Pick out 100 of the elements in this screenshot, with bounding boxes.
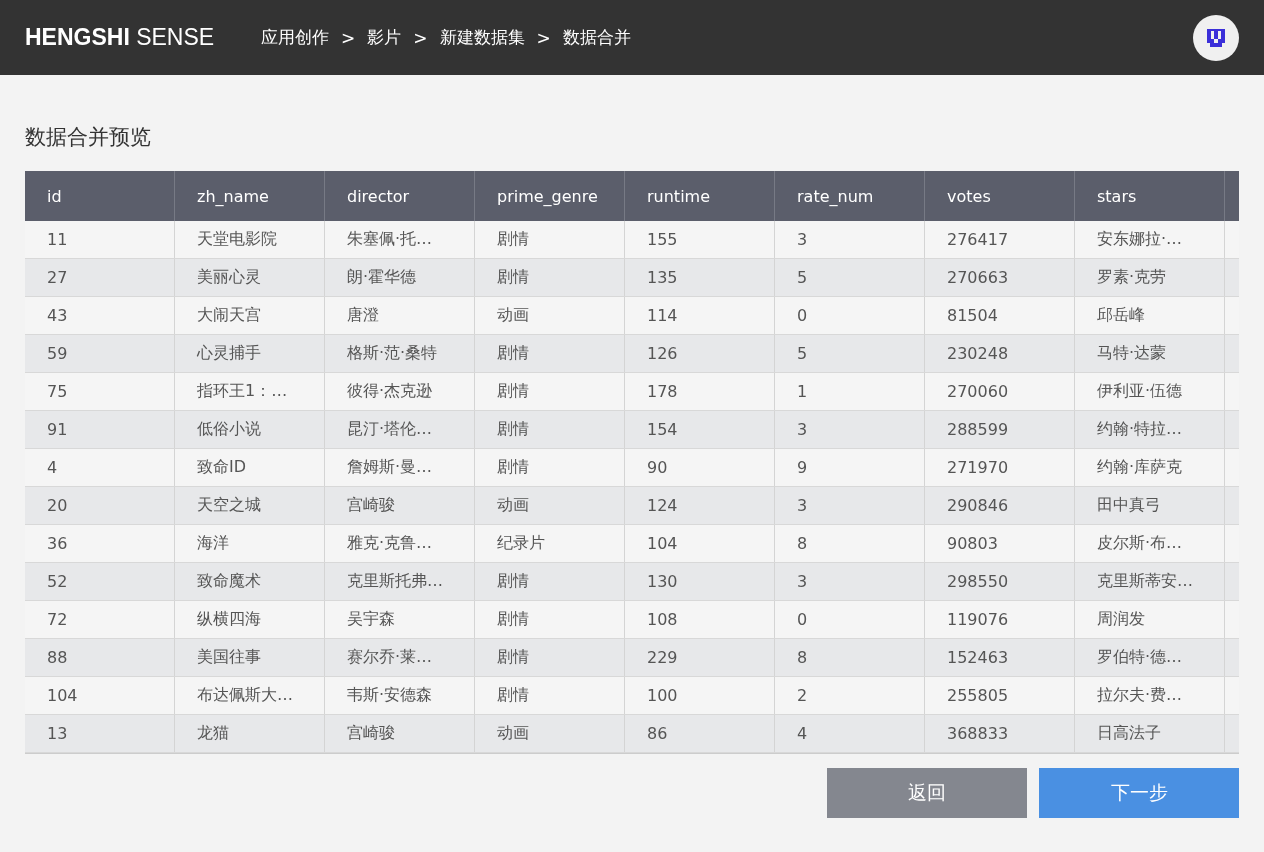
- table-cell: 104: [625, 525, 775, 562]
- table-cell: 27: [25, 259, 175, 296]
- table-cell: 致命ID: [175, 449, 325, 486]
- table-cell: 约翰·特拉…: [1075, 411, 1225, 448]
- breadcrumb-item[interactable]: 数据合并: [562, 26, 631, 49]
- breadcrumb-separator: >: [536, 27, 551, 48]
- table-cell: 剧情: [475, 563, 625, 600]
- table-cell: 剧情: [475, 601, 625, 638]
- table-cell: 纪录片: [475, 525, 625, 562]
- table-cell: 4: [25, 449, 175, 486]
- table-cell: 2: [775, 677, 925, 714]
- table-cell: 剧情: [475, 373, 625, 410]
- table-cell: 田中真弓: [1075, 487, 1225, 524]
- breadcrumb-item[interactable]: 新建数据集: [439, 26, 525, 49]
- table-cell: 美丽心灵: [175, 259, 325, 296]
- table-cell: 动画: [475, 487, 625, 524]
- table-cell: 3: [775, 487, 925, 524]
- table-cell: 宫崎骏: [325, 487, 475, 524]
- table-cell: 230248: [925, 335, 1075, 372]
- table-cell: 108: [625, 601, 775, 638]
- table-cell: 91: [25, 411, 175, 448]
- table-cell: 72: [25, 601, 175, 638]
- table-cell: 271970: [925, 449, 1075, 486]
- table-cell: 368833: [925, 715, 1075, 752]
- table-cell: 90803: [925, 525, 1075, 562]
- table-cell: 81504: [925, 297, 1075, 334]
- back-button[interactable]: 返回: [827, 768, 1027, 818]
- breadcrumb-separator: >: [341, 27, 356, 48]
- next-button[interactable]: 下一步: [1039, 768, 1239, 818]
- table-cell: 周润发: [1075, 601, 1225, 638]
- table-cell: 赛尔乔·莱…: [325, 639, 475, 676]
- table-cell: 克里斯托弗…: [325, 563, 475, 600]
- table-cell: 255805: [925, 677, 1075, 714]
- table-cell: 剧情: [475, 449, 625, 486]
- table-cell: 59: [25, 335, 175, 372]
- table-cell: 152463: [925, 639, 1075, 676]
- avatar-icon[interactable]: [1193, 14, 1239, 61]
- table-cell: 8: [775, 525, 925, 562]
- table-cell: 海洋: [175, 525, 325, 562]
- table-cell: 皮尔斯·布…: [1075, 525, 1225, 562]
- table-cell: 114: [625, 297, 775, 334]
- table-cell: 吴宇森: [325, 601, 475, 638]
- table-cell: 罗素·克劳: [1075, 259, 1225, 296]
- table-cell: 安东娜拉·…: [1075, 221, 1225, 258]
- table-cell: 100: [625, 677, 775, 714]
- table-cell: 雅克·克鲁…: [325, 525, 475, 562]
- table-cell: 9: [775, 449, 925, 486]
- table-cell: 朗·霍华德: [325, 259, 475, 296]
- table-cell: 朱塞佩·托…: [325, 221, 475, 258]
- table-cell: 270663: [925, 259, 1075, 296]
- table-cell: 约翰·库萨克: [1075, 449, 1225, 486]
- table-cell: 詹姆斯·曼…: [325, 449, 475, 486]
- table-cell: 3: [775, 411, 925, 448]
- table-cell: 86: [625, 715, 775, 752]
- table-cell: 宫崎骏: [325, 715, 475, 752]
- breadcrumb-item[interactable]: 应用创作: [261, 26, 329, 49]
- table-cell: 邱岳峰: [1075, 297, 1225, 334]
- table-cell: 5: [775, 335, 925, 372]
- breadcrumb-item[interactable]: 影片: [367, 26, 402, 49]
- table-cell: 致命魔术: [175, 563, 325, 600]
- table-cell: 126: [625, 335, 775, 372]
- table-cell: 8: [775, 639, 925, 676]
- table-cell: 昆汀·塔伦…: [325, 411, 475, 448]
- table-cell: 3: [775, 563, 925, 600]
- table-cell: 1: [775, 373, 925, 410]
- logo: HENGSHI SENSE: [25, 24, 216, 51]
- table-cell: 43: [25, 297, 175, 334]
- table-cell: 天空之城: [175, 487, 325, 524]
- table-cell: 52: [25, 563, 175, 600]
- table-cell: 154: [625, 411, 775, 448]
- table-cell: 剧情: [475, 411, 625, 448]
- table-cell: 格斯·范·桑特: [325, 335, 475, 372]
- breadcrumb-separator: >: [413, 27, 428, 48]
- table-cell: 罗伯特·德…: [1075, 639, 1225, 676]
- table-cell: 美国往事: [175, 639, 325, 676]
- table-cell: 298550: [925, 563, 1075, 600]
- table-cell: 119076: [925, 601, 1075, 638]
- table-cell: 11: [25, 221, 175, 258]
- table-cell: 4: [775, 715, 925, 752]
- table-cell: 纵横四海: [175, 601, 325, 638]
- table-cell: 3: [775, 221, 925, 258]
- table-cell: 36: [25, 525, 175, 562]
- table-cell: 龙猫: [175, 715, 325, 752]
- table-cell: 马特·达蒙: [1075, 335, 1225, 372]
- table-cell: 低俗小说: [175, 411, 325, 448]
- table-cell: 20: [25, 487, 175, 524]
- table-cell: 大闹天宫: [175, 297, 325, 334]
- table-cell: 88: [25, 639, 175, 676]
- table-cell: 彼得·杰克逊: [325, 373, 475, 410]
- table-cell: 90: [625, 449, 775, 486]
- table-cell: 指环王1：…: [175, 373, 325, 410]
- table-cell: 剧情: [475, 335, 625, 372]
- table-cell: 0: [775, 601, 925, 638]
- table-cell: 75: [25, 373, 175, 410]
- table-cell: 伊利亚·伍德: [1075, 373, 1225, 410]
- table-cell: 剧情: [475, 259, 625, 296]
- table-cell: 动画: [475, 297, 625, 334]
- table-cell: 178: [625, 373, 775, 410]
- table-cell: 剧情: [475, 677, 625, 714]
- table-cell: 天堂电影院: [175, 221, 325, 258]
